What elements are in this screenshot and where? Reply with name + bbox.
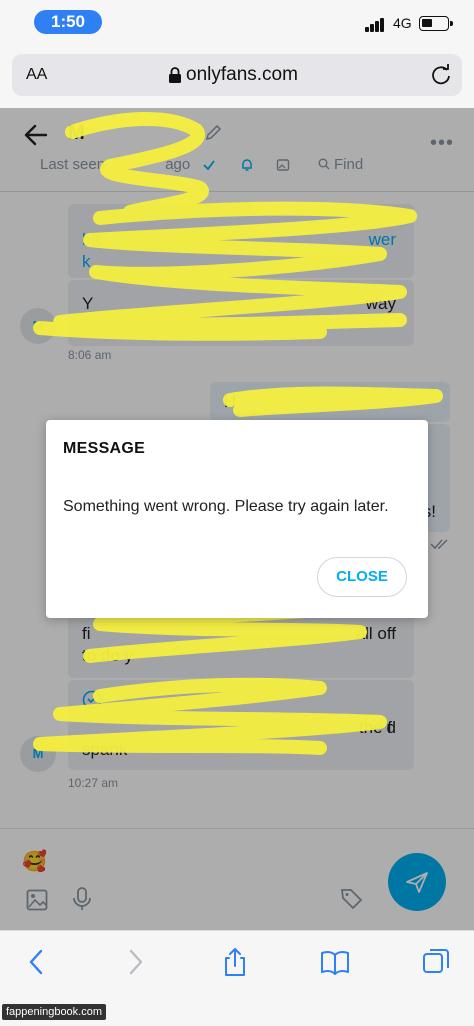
dialog-title: MESSAGE [63, 440, 146, 457]
signal-icon [365, 18, 387, 32]
status-bar: 1:50 4G [0, 0, 474, 46]
status-time: 1:50 [34, 10, 102, 34]
watermark: fappeningbook.com [2, 1004, 107, 1020]
error-dialog: MESSAGE Something went wrong. Please try… [46, 420, 428, 618]
back-icon[interactable] [22, 947, 52, 977]
book-icon[interactable] [320, 947, 350, 977]
share-icon[interactable] [220, 947, 250, 977]
network-label: 4G [393, 15, 412, 31]
browser-address-area: AA onlyfans.com [0, 46, 474, 108]
battery-icon [419, 16, 453, 31]
address-bar[interactable]: AA onlyfans.com [12, 54, 462, 96]
reload-icon[interactable] [430, 64, 452, 86]
tabs-icon[interactable] [421, 947, 451, 977]
url-domain: onlyfans.com [186, 64, 298, 85]
chat-page: M ••• Last seen ago Find htt wer k Y way… [0, 108, 474, 930]
close-button[interactable]: CLOSE [317, 557, 407, 597]
lock-icon [169, 67, 181, 83]
dialog-message: Something went wrong. Please try again l… [63, 498, 389, 515]
text-size-button[interactable]: AA [26, 66, 47, 84]
forward-icon[interactable] [120, 947, 150, 977]
